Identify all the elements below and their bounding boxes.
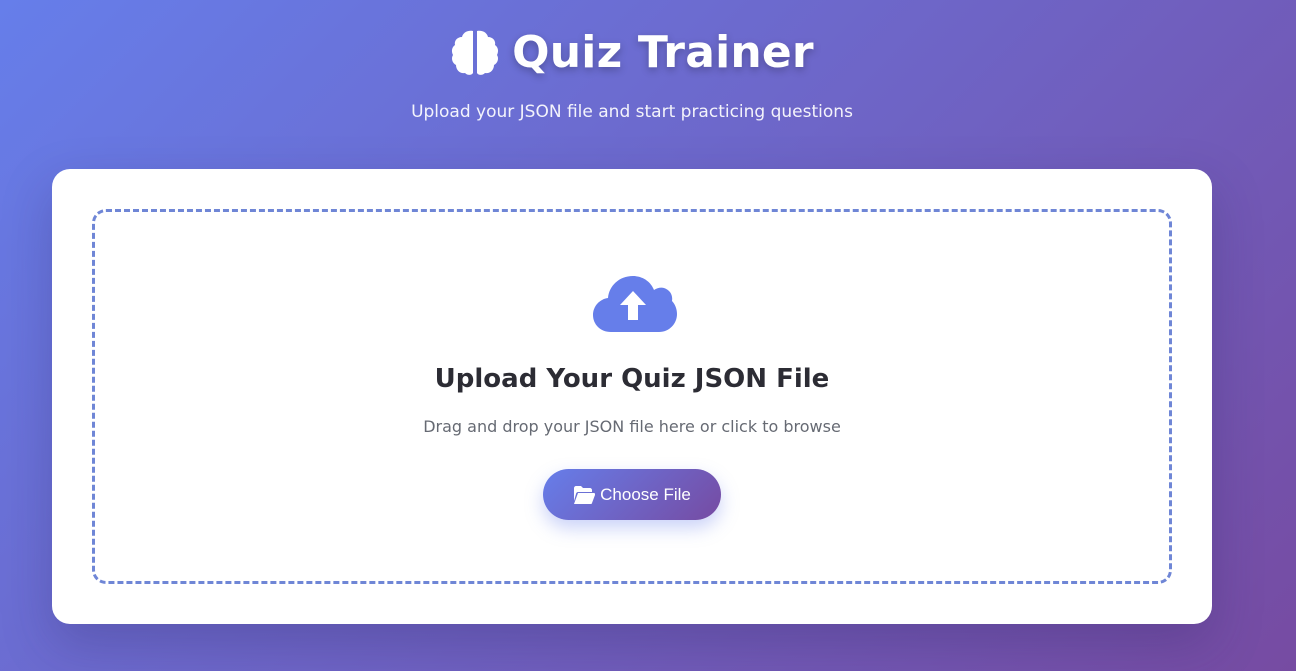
folder-open-icon xyxy=(573,485,596,504)
page-subtitle: Upload your JSON file and start practici… xyxy=(411,102,853,122)
app-title: Quiz Trainer xyxy=(512,26,814,78)
page-header: Quiz Trainer Upload your JSON file and s… xyxy=(0,22,1264,123)
cloud-upload-icon xyxy=(593,274,677,334)
choose-file-button[interactable]: Choose File xyxy=(543,469,721,520)
dropzone-hint: Drag and drop your JSON file here or cli… xyxy=(423,417,841,436)
upload-card: Upload Your Quiz JSON File Drag and drop… xyxy=(52,169,1212,624)
brain-icon xyxy=(450,27,500,77)
choose-file-label: Choose File xyxy=(600,484,691,504)
file-dropzone[interactable]: Upload Your Quiz JSON File Drag and drop… xyxy=(92,209,1172,584)
dropzone-title: Upload Your Quiz JSON File xyxy=(434,364,830,394)
title-row: Quiz Trainer xyxy=(0,22,1264,82)
